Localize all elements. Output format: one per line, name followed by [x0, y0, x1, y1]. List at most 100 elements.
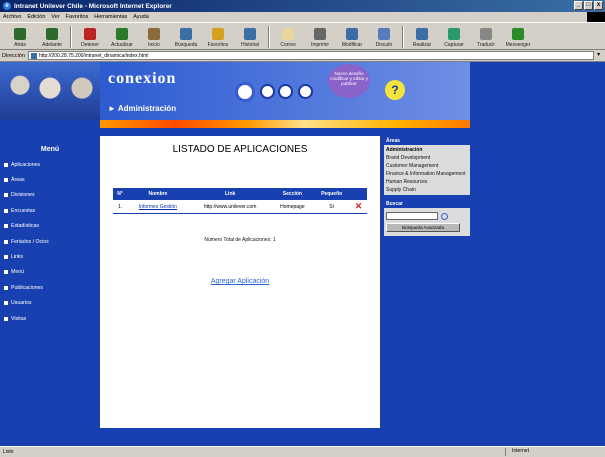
area-link[interactable]: Supply Chain: [386, 186, 468, 194]
left-menu-item[interactable]: Aplicaciones: [0, 157, 100, 172]
left-menu-item[interactable]: Estadísticas: [0, 219, 100, 234]
menu-archivo[interactable]: Archivo: [3, 14, 21, 20]
close-button[interactable]: x: [594, 1, 603, 10]
table-header-row: N° Nombre Link Sección Pequeño: [113, 188, 367, 200]
left-menu-item[interactable]: Divisiones: [0, 188, 100, 203]
advanced-search-button[interactable]: Búsqueda Avanzada: [386, 223, 460, 232]
delete-icon[interactable]: ✕: [355, 201, 363, 211]
add-application-link[interactable]: Agregar Aplicación: [100, 278, 380, 285]
window-buttons: _ □ x: [574, 1, 603, 10]
left-menu-item[interactable]: Usuarios: [0, 296, 100, 311]
toolbar-button-capturar[interactable]: Capturar: [438, 28, 470, 48]
bullet-icon: [4, 208, 8, 213]
toolbar-button-label: Capturar: [444, 42, 464, 48]
discuss-icon: [378, 28, 390, 40]
toolbar-button-discutir[interactable]: Discutir: [368, 28, 400, 48]
app-name-link[interactable]: Informes Gestión: [139, 204, 177, 210]
area-link[interactable]: Administración: [386, 146, 468, 154]
globe-circle-icon[interactable]: [260, 84, 275, 99]
menu-bar: Archivo Edición Ver Favoritos Herramient…: [0, 12, 605, 22]
address-dropdown-icon[interactable]: ▾: [597, 51, 605, 60]
area-link[interactable]: Finance & Information Management: [386, 170, 468, 178]
left-menu-item[interactable]: Feriados / Ocios: [0, 234, 100, 249]
left-menu-item[interactable]: Menú: [0, 265, 100, 280]
toolbar-button-atrás[interactable]: Atrás: [4, 28, 36, 48]
site-logo[interactable]: conexion: [108, 70, 176, 88]
search-icon[interactable]: [441, 212, 448, 220]
toolbar-button-label: Historial: [240, 42, 260, 48]
toolbar-button-actualizar[interactable]: Actualizar: [106, 28, 138, 48]
left-menu-item-label: Encuestas: [11, 207, 36, 214]
toolbar-button-label: Favoritos: [207, 42, 229, 48]
left-menu-item-label: Publicaciones: [11, 284, 44, 291]
stop-icon: [84, 28, 96, 40]
person-circle-icon[interactable]: [278, 84, 293, 99]
mail-icon: [282, 28, 294, 40]
toolbar-button-búsqueda[interactable]: Búsqueda: [170, 28, 202, 48]
toolbar-button-inicio[interactable]: Inicio: [138, 28, 170, 48]
search-input[interactable]: [386, 212, 438, 220]
user-circle-icon[interactable]: [298, 84, 313, 99]
minimize-button[interactable]: _: [574, 1, 583, 10]
menu-edicion[interactable]: Edición: [27, 14, 45, 20]
row-link: http://www.unilever.com: [188, 199, 272, 214]
search-panel: Búsqueda Avanzada: [384, 208, 470, 236]
row-name-cell: Informes Gestión: [127, 199, 189, 214]
table-row: 1. Informes Gestión http://www.unilever.…: [113, 199, 367, 214]
left-menu-item-label: Links: [11, 254, 24, 261]
toolbar-button-favoritos[interactable]: Favoritos: [202, 28, 234, 48]
col-actions: [350, 188, 367, 200]
windows-flag-icon: [587, 12, 605, 22]
help-icon[interactable]: ?: [385, 80, 405, 100]
home-circle-icon[interactable]: [235, 82, 255, 102]
menu-ayuda[interactable]: Ayuda: [133, 14, 149, 20]
areas-panel: Administración Brand Development Customer …: [384, 145, 470, 195]
bullet-icon: [4, 255, 8, 260]
area-link[interactable]: Human Resources: [386, 178, 468, 186]
col-number: N°: [113, 188, 128, 200]
bullet-icon: [4, 193, 8, 198]
toolbar-button-label: Detener: [81, 42, 99, 48]
toolbar-button-label: Imprimir: [310, 42, 330, 48]
toolbar-separator: [402, 26, 404, 48]
menu-herramientas[interactable]: Herramientas: [94, 14, 127, 20]
menu-favoritos[interactable]: Favoritos: [66, 14, 89, 20]
col-name: Nombre: [127, 188, 189, 200]
row-number: 1.: [113, 199, 128, 214]
toolbar-button-adelante[interactable]: Adelante: [36, 28, 68, 48]
left-menu-item[interactable]: Publicaciones: [0, 280, 100, 295]
promo-bubble[interactable]: Nuevo desafío modificar y editar y publi…: [328, 64, 370, 98]
left-menu-item-label: Aplicaciones: [11, 161, 41, 168]
ie-logo-icon: e: [3, 2, 11, 10]
window-title: Intranet Unilever Chile - Microsoft Inte…: [14, 2, 172, 10]
row-small: Sí: [313, 199, 351, 214]
toolbar-button-messenger[interactable]: Messenger: [502, 28, 534, 48]
toolbar-button-label: Discutir: [375, 42, 393, 48]
toolbar-button-realizar[interactable]: Realizar: [406, 28, 438, 48]
left-menu-item[interactable]: Visitas: [0, 311, 100, 326]
address-input[interactable]: http://200.28.75.200/intranet_dinamica/i…: [27, 51, 595, 60]
toolbar-button-detener[interactable]: Detener: [74, 28, 106, 48]
toolbar-button-traducir[interactable]: Traducir: [470, 28, 502, 48]
area-link[interactable]: Brand Development: [386, 154, 468, 162]
toolbar-button-imprimir[interactable]: Imprimir: [304, 28, 336, 48]
left-menu-item-label: Usuarios: [11, 300, 32, 307]
left-menu-item-label: Áreas: [11, 177, 25, 184]
toolbar-button-modificar[interactable]: Modificar: [336, 28, 368, 48]
bullet-icon: [4, 162, 8, 167]
search-row: [386, 212, 448, 220]
status-text: Listo: [3, 449, 14, 455]
area-link[interactable]: Customer Management: [386, 162, 468, 170]
address-url: http://200.28.75.200/intranet_dinamica/i…: [38, 52, 149, 59]
site-header: conexion ► Administración Nuevo desafío …: [0, 62, 605, 128]
back-arrow-icon: [14, 28, 26, 40]
toolbar-button-historial[interactable]: Historial: [234, 28, 266, 48]
bullet-icon: [4, 178, 8, 183]
menu-ver[interactable]: Ver: [51, 14, 59, 20]
left-menu-item[interactable]: Áreas: [0, 172, 100, 187]
left-menu-item[interactable]: Links: [0, 249, 100, 264]
left-menu-item-label: Divisiones: [11, 192, 35, 199]
toolbar-button-correo[interactable]: Correo: [272, 28, 304, 48]
maximize-button[interactable]: □: [584, 1, 593, 10]
left-menu-item[interactable]: Encuestas: [0, 203, 100, 218]
